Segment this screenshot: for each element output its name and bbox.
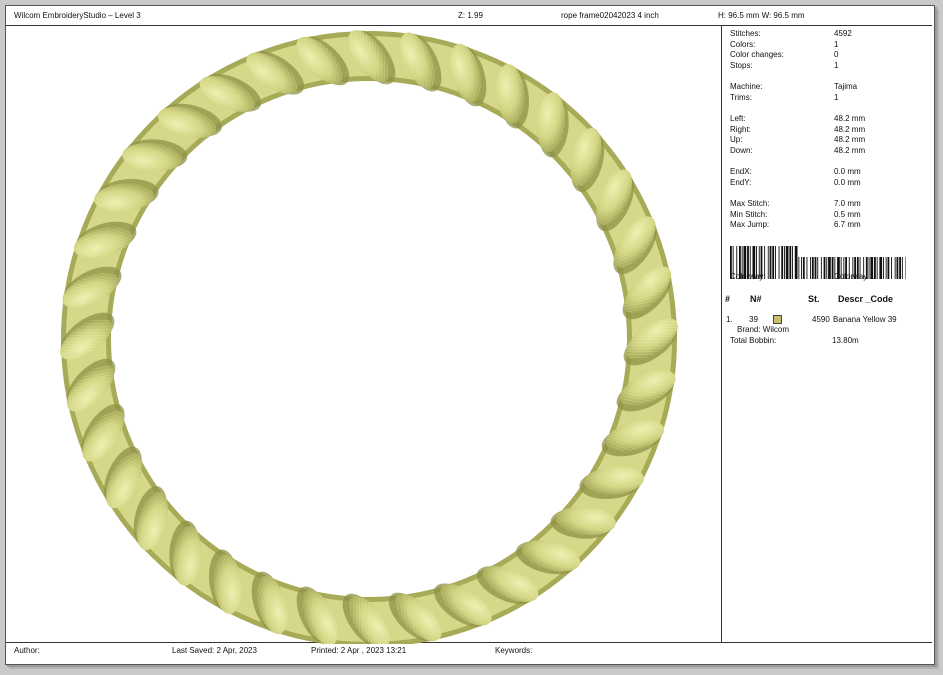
zoom-level: Z: 1.99 [458, 11, 483, 20]
colors-label: Colors: [730, 40, 756, 49]
print-preview-sheet: Wilcom EmbroideryStudio – Level 3 Z: 1.9… [5, 5, 935, 665]
total-bobbin-value: 13.80m [832, 336, 859, 345]
design-name: rope frame02042023 4 inch [561, 11, 659, 20]
color-row-stitches: 4590 [812, 315, 830, 324]
barcode-bar [767, 246, 769, 279]
barcode-bar [778, 246, 780, 279]
barcode-bar [874, 257, 876, 279]
barcode-bar [784, 246, 785, 279]
max-stitch-value: 7.0 mm [834, 199, 861, 208]
barcode-bar [896, 257, 899, 279]
total-bobbin-label: Total Bobbin: [730, 336, 777, 345]
colorway-label: Colorway: [730, 272, 766, 281]
footer-keywords: Keywords: [495, 646, 533, 655]
down-value: 48.2 mm [834, 146, 866, 155]
endx-value: 0.0 mm [834, 167, 861, 176]
barcode-bar [792, 246, 793, 279]
barcode-bar [879, 257, 883, 279]
machine-label: Machine: [730, 82, 763, 91]
barcode-bar [899, 257, 901, 279]
endx-label: EndX: [730, 167, 752, 176]
colors-value: 1 [834, 40, 839, 49]
column-header-stitches: St. [808, 294, 820, 304]
barcode-bar [798, 257, 800, 279]
up-label: Up: [730, 135, 743, 144]
rope-highlight-ring [66, 36, 672, 642]
machine-value: Tajima [834, 82, 858, 91]
barcode-bar [894, 257, 896, 279]
min-stitch-value: 0.5 mm [834, 210, 861, 219]
thread-color-swatch [773, 315, 782, 324]
barcode-bar [772, 246, 775, 279]
barcode-bar [785, 246, 789, 279]
color-row-needle: 39 [749, 315, 758, 324]
design-dimensions: H: 96.5 mm W: 96.5 mm [718, 11, 805, 20]
endy-value: 0.0 mm [834, 178, 861, 187]
right-label: Right: [730, 125, 751, 134]
barcode-bar [820, 257, 822, 279]
barcode-bar [814, 257, 817, 279]
color-changes-value: 0 [834, 50, 839, 59]
right-value: 48.2 mm [834, 125, 866, 134]
min-stitch-label: Min Stitch: [730, 210, 768, 219]
barcode-bar [810, 257, 811, 279]
barcode-bar [905, 257, 906, 279]
up-value: 48.2 mm [834, 135, 866, 144]
footer-printed: Printed: 2 Apr , 2023 13:21 [311, 646, 407, 655]
barcode-bar [901, 257, 903, 279]
barcode-bar [883, 257, 884, 279]
barcode-bar [811, 257, 814, 279]
column-header-description: Descr _Code [838, 294, 894, 304]
app-title: Wilcom EmbroideryStudio – Level 3 [14, 11, 141, 20]
left-value: 48.2 mm [834, 114, 866, 123]
barcode-bar [826, 257, 828, 279]
barcode-bar [876, 257, 878, 279]
color-row-index: 1. [726, 315, 733, 324]
barcode-bar [828, 257, 831, 279]
barcode-bar [817, 257, 819, 279]
stitches-value: 4592 [834, 29, 852, 38]
barcode-bar [823, 257, 826, 279]
trims-label: Trims: [730, 93, 752, 102]
trims-value: 1 [834, 93, 839, 102]
barcode-bar [781, 246, 784, 279]
max-stitch-label: Max Stitch: [730, 199, 770, 208]
rope-frame-design [60, 30, 678, 644]
down-label: Down: [730, 146, 753, 155]
left-label: Left: [730, 114, 746, 123]
embroidery-design-canvas [60, 30, 678, 644]
barcode-bar [802, 257, 805, 279]
footer-last-saved: Last Saved: 2 Apr, 2023 [172, 646, 257, 655]
stops-label: Stops: [730, 61, 753, 70]
max-jump-label: Max Jump: [730, 220, 770, 229]
barcode-bar [885, 257, 887, 279]
stitches-label: Stitches: [730, 29, 761, 38]
barcode-bar [887, 257, 890, 279]
barcode-bar [801, 257, 802, 279]
barcode-bar [806, 257, 808, 279]
colorway-value: Colorway 1 [834, 272, 875, 281]
footer-border [6, 642, 932, 663]
barcode-bar [789, 246, 792, 279]
barcode-bar [794, 246, 798, 279]
footer-author: Author: [14, 646, 40, 655]
barcode-bar [769, 246, 772, 279]
color-changes-label: Color changes: [730, 50, 784, 59]
column-header-needle: N# [750, 294, 762, 304]
color-row-brand: Brand: Wilcom [737, 325, 790, 334]
barcode-bar [775, 246, 776, 279]
column-header-number: # [725, 294, 731, 304]
barcode-bar [891, 257, 892, 279]
stops-value: 1 [834, 61, 839, 70]
endy-label: EndY: [730, 178, 752, 187]
max-jump-value: 6.7 mm [834, 220, 861, 229]
color-row-description: Banana Yellow 39 [833, 315, 897, 324]
